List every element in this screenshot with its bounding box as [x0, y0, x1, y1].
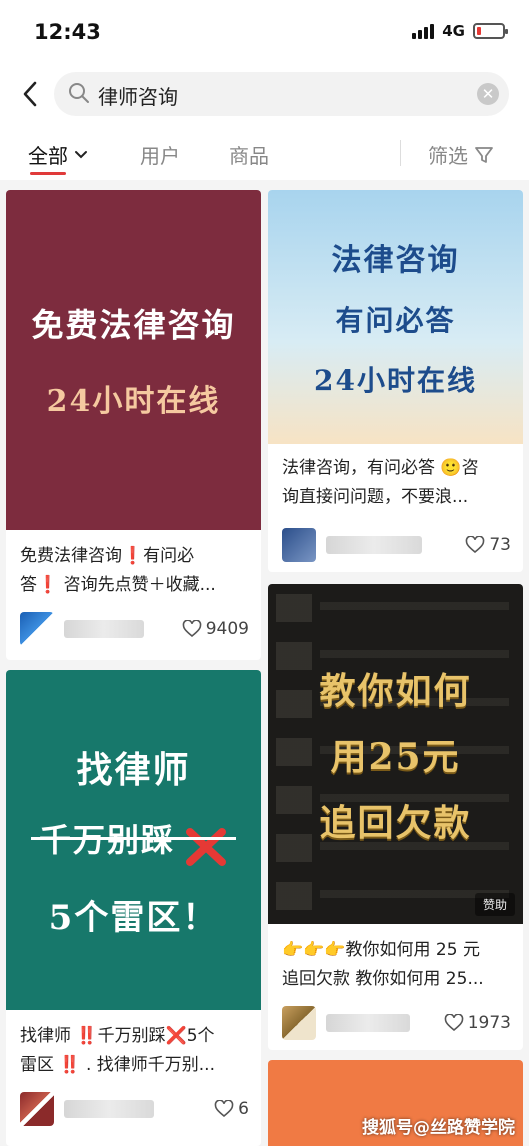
avatar[interactable]	[282, 528, 316, 562]
cross-mark-icon	[186, 827, 227, 866]
post-title-line: 免费法律咨询❗有问必	[20, 546, 195, 566]
tab-products[interactable]: 商品	[229, 140, 269, 169]
post-meta: 9409	[20, 612, 249, 646]
chevron-down-icon	[75, 150, 87, 158]
post-meta: 1973	[282, 1006, 511, 1040]
post-title: 法律咨询，有问必答 🙂咨 询直接问问题，不要浪...	[268, 454, 523, 512]
search-input[interactable]: 律师咨询 ✕	[54, 72, 509, 116]
like-button[interactable]: 73	[465, 535, 511, 555]
sponsored-badge: 赞助	[474, 893, 515, 916]
cover-text: 法律咨询	[331, 243, 460, 278]
battery-icon	[473, 23, 508, 39]
watermark: 搜狐号@丝路赞学院	[362, 1118, 515, 1138]
post-cover: 免费法律咨询 24小时在线	[6, 190, 261, 530]
post-card[interactable]: 找律师 千万别踩 5个雷区！ 找律师 ‼️千万别踩❌5个 雷区 ‼️ . 找律师…	[6, 670, 261, 1146]
cover-text: 千万别踩	[38, 821, 175, 860]
search-icon	[69, 83, 89, 103]
author-name[interactable]	[326, 1014, 410, 1032]
cover-text: 教你如何	[319, 670, 472, 712]
post-meta: 73	[282, 528, 511, 562]
network-label: 4G	[442, 22, 465, 40]
heart-icon	[214, 1100, 234, 1118]
avatar[interactable]	[282, 1006, 316, 1040]
status-bar: 12:43 4G	[0, 0, 529, 62]
post-title: 免费法律咨询❗有问必 答❗ 咨询先点赞＋收藏...	[6, 542, 261, 600]
cover-strike-line: 千万别踩	[30, 815, 237, 866]
back-button[interactable]	[14, 76, 46, 112]
tab-all[interactable]: 全部	[28, 140, 88, 169]
filter-label: 筛选	[428, 144, 468, 168]
post-title-line: 法律咨询，有问必答 🙂咨	[282, 458, 479, 478]
status-indicators: 4G	[412, 22, 508, 40]
like-count: 73	[489, 535, 511, 555]
heart-icon	[444, 1014, 464, 1032]
like-button[interactable]: 9409	[182, 619, 249, 639]
cover-text: 24小时在线	[314, 364, 477, 397]
like-count: 9409	[205, 619, 249, 639]
cover-text: 免费法律咨询	[31, 306, 236, 344]
author-name[interactable]	[64, 1100, 154, 1118]
filter-tabs: 全部 用户 商品 筛选	[0, 128, 529, 180]
post-title-line: 询直接问问题，不要浪...	[282, 487, 469, 507]
clear-search-button[interactable]: ✕	[477, 83, 499, 105]
status-time: 12:43	[34, 20, 101, 44]
like-count: 1973	[467, 1013, 511, 1033]
like-count: 6	[238, 1099, 249, 1119]
post-card[interactable]: 法律咨询 有问必答 24小时在线 法律咨询，有问必答 🙂咨 询直接问问题，不要浪…	[268, 190, 523, 572]
filter-button[interactable]: 筛选	[428, 140, 494, 169]
post-card[interactable]: 教你如何 用25元 追回欠款 赞助 👉👉👉教你如何用 25 元 追回欠款 教你如…	[268, 584, 523, 1050]
post-title-line: 找律师 ‼️千万别踩❌5个	[20, 1026, 215, 1046]
heart-icon	[182, 620, 202, 638]
post-card[interactable]: 免费法律咨询 24小时在线 免费法律咨询❗有问必 答❗ 咨询先点赞＋收藏... …	[6, 190, 261, 660]
filter-icon	[475, 146, 493, 163]
post-title-line: 答❗ 咨询先点赞＋收藏...	[20, 575, 216, 595]
avatar[interactable]	[20, 1092, 54, 1126]
cover-text: 找律师	[76, 749, 191, 792]
tab-users[interactable]: 用户	[140, 140, 180, 169]
post-cover: 法律咨询 有问必答 24小时在线	[268, 190, 523, 444]
post-cover: 教你如何 用25元 追回欠款 赞助	[268, 584, 523, 924]
cover-text: 用25元	[330, 736, 461, 778]
strikethrough-line	[30, 837, 237, 841]
tab-divider	[400, 140, 401, 166]
active-tab-indicator	[30, 172, 66, 175]
author-name[interactable]	[64, 620, 144, 638]
post-title-line: 雷区 ‼️ . 找律师千万别...	[20, 1055, 215, 1075]
post-cover: 找律师 千万别踩 5个雷区！	[6, 670, 261, 1010]
avatar[interactable]	[20, 612, 54, 646]
like-button[interactable]: 6	[214, 1099, 249, 1119]
cover-text: 追回欠款	[319, 802, 472, 844]
search-query: 律师咨询	[98, 85, 178, 109]
search-bar-row: 律师咨询 ✕	[0, 62, 529, 128]
cover-text: 24小时在线	[46, 384, 221, 419]
heart-icon	[466, 536, 485, 554]
like-button[interactable]: 1973	[444, 1013, 511, 1033]
post-title: 找律师 ‼️千万别踩❌5个 雷区 ‼️ . 找律师千万别...	[6, 1022, 261, 1080]
post-title: 👉👉👉教你如何用 25 元 追回欠款 教你如何用 25...	[268, 936, 523, 994]
author-name[interactable]	[326, 536, 422, 554]
cover-text: 5个雷区！	[48, 897, 219, 938]
blurred-list-avatars	[276, 594, 312, 914]
post-title-line: 追回欠款 教你如何用 25...	[282, 969, 484, 989]
post-meta: 6	[20, 1092, 249, 1126]
signal-icon	[412, 23, 435, 39]
chevron-left-icon	[23, 81, 37, 107]
post-title-line: 👉👉👉教你如何用 25 元	[282, 940, 480, 960]
cover-text: 有问必答	[335, 304, 456, 337]
tab-all-label: 全部	[28, 144, 68, 168]
